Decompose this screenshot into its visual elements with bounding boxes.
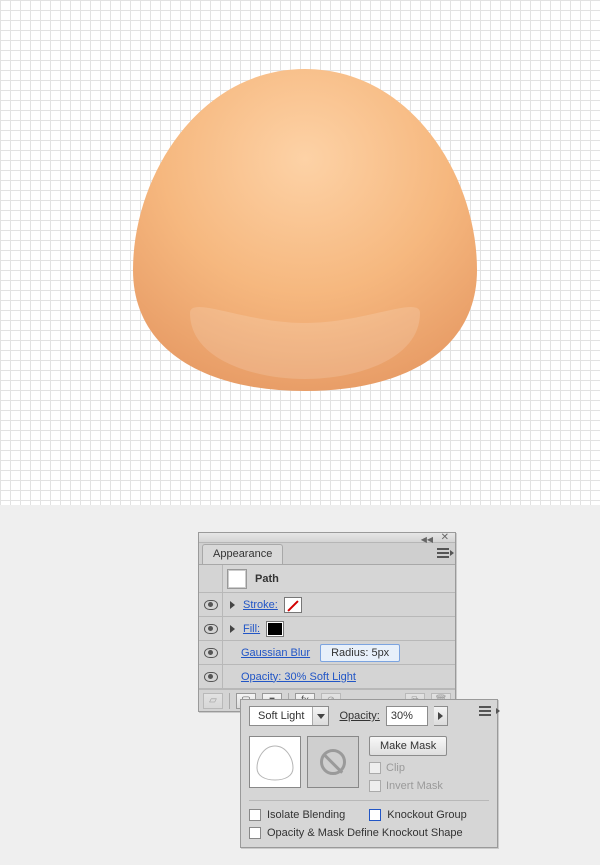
define-knockout-checkbox[interactable] [249,827,261,839]
define-label: Opacity & Mask Define Knockout Shape [267,827,463,839]
panel-menu-icon[interactable] [437,548,449,558]
gaussian-blur-label[interactable]: Gaussian Blur [223,647,310,659]
canvas-grid[interactable] [0,0,600,505]
no-mask-icon [320,749,346,775]
blend-mode-value: Soft Light [250,710,312,722]
eye-icon [204,624,218,634]
fill-row[interactable]: Fill: [199,617,455,641]
eye-icon [204,672,218,682]
transparency-panel: Soft Light Opacity: 30% Make Mask [240,699,498,848]
stroke-label[interactable]: Stroke: [241,599,278,611]
isolate-label: Isolate Blending [267,809,345,821]
blending-options: Isolate Blending Knockout Group Opacity … [241,801,497,847]
opacity-value: 30% [391,710,413,722]
tab-appearance[interactable]: Appearance [202,544,283,564]
gaussian-blur-row[interactable]: Gaussian Blur Radius: 5px [199,641,455,665]
opacity-label[interactable]: Opacity: [339,710,379,722]
opacity-slider-button[interactable] [434,706,448,726]
stroke-swatch-none[interactable] [284,597,302,613]
opacity-row[interactable]: Opacity: 30% Soft Light [199,665,455,689]
invert-mask-checkbox[interactable] [369,780,381,792]
panel-menu-icon[interactable] [479,706,491,716]
clip-checkbox-row: Clip [369,762,447,774]
fill-swatch-black[interactable] [266,621,284,637]
artwork-thumbnail[interactable] [249,736,301,788]
target-thumbnail [227,569,247,589]
visibility-toggle[interactable] [199,665,223,688]
artwork-egg-shape[interactable] [125,65,485,395]
target-name: Path [255,573,279,585]
appearance-target-row[interactable]: Path [199,565,455,593]
opacity-row-label[interactable]: Opacity: 30% Soft Light [223,671,356,683]
isolate-blending-checkbox[interactable] [249,809,261,821]
opacity-input[interactable]: 30% [386,706,428,726]
blend-mode-select[interactable]: Soft Light [249,706,329,726]
panel-tabbar: Appearance [199,543,455,565]
no-fill-button[interactable]: ▱ [203,693,223,709]
make-mask-button[interactable]: Make Mask [369,736,447,756]
mask-row: Make Mask Clip Invert Mask [241,732,497,800]
expand-arrow[interactable] [223,601,241,609]
chevron-down-icon [312,707,328,725]
separator [229,693,230,709]
appearance-panel: ◀◀ ✕ Appearance Path Stroke: Fill: Gauss [198,532,456,712]
close-icon[interactable]: ✕ [441,532,449,543]
panel-header-bar[interactable]: ◀◀ ✕ [199,533,455,543]
invert-checkbox-row: Invert Mask [369,780,447,792]
visibility-toggle[interactable] [199,641,223,664]
mask-thumbnail[interactable] [307,736,359,788]
gaussian-radius-value[interactable]: Radius: 5px [320,644,400,662]
visibility-toggle[interactable] [199,593,223,616]
knockout-group-checkbox[interactable] [369,809,381,821]
knockout-label: Knockout Group [387,809,467,821]
expand-arrow[interactable] [223,625,241,633]
panel-background: ◀◀ ✕ Appearance Path Stroke: Fill: Gauss [0,505,600,865]
visibility-toggle[interactable] [199,617,223,640]
visibility-col [199,565,223,592]
eye-icon [204,648,218,658]
eye-icon [204,600,218,610]
fill-label[interactable]: Fill: [241,623,260,635]
clip-checkbox[interactable] [369,762,381,774]
stroke-row[interactable]: Stroke: [199,593,455,617]
invert-label: Invert Mask [386,780,443,792]
clip-label: Clip [386,762,405,774]
transparency-controls: Soft Light Opacity: 30% [241,700,497,732]
